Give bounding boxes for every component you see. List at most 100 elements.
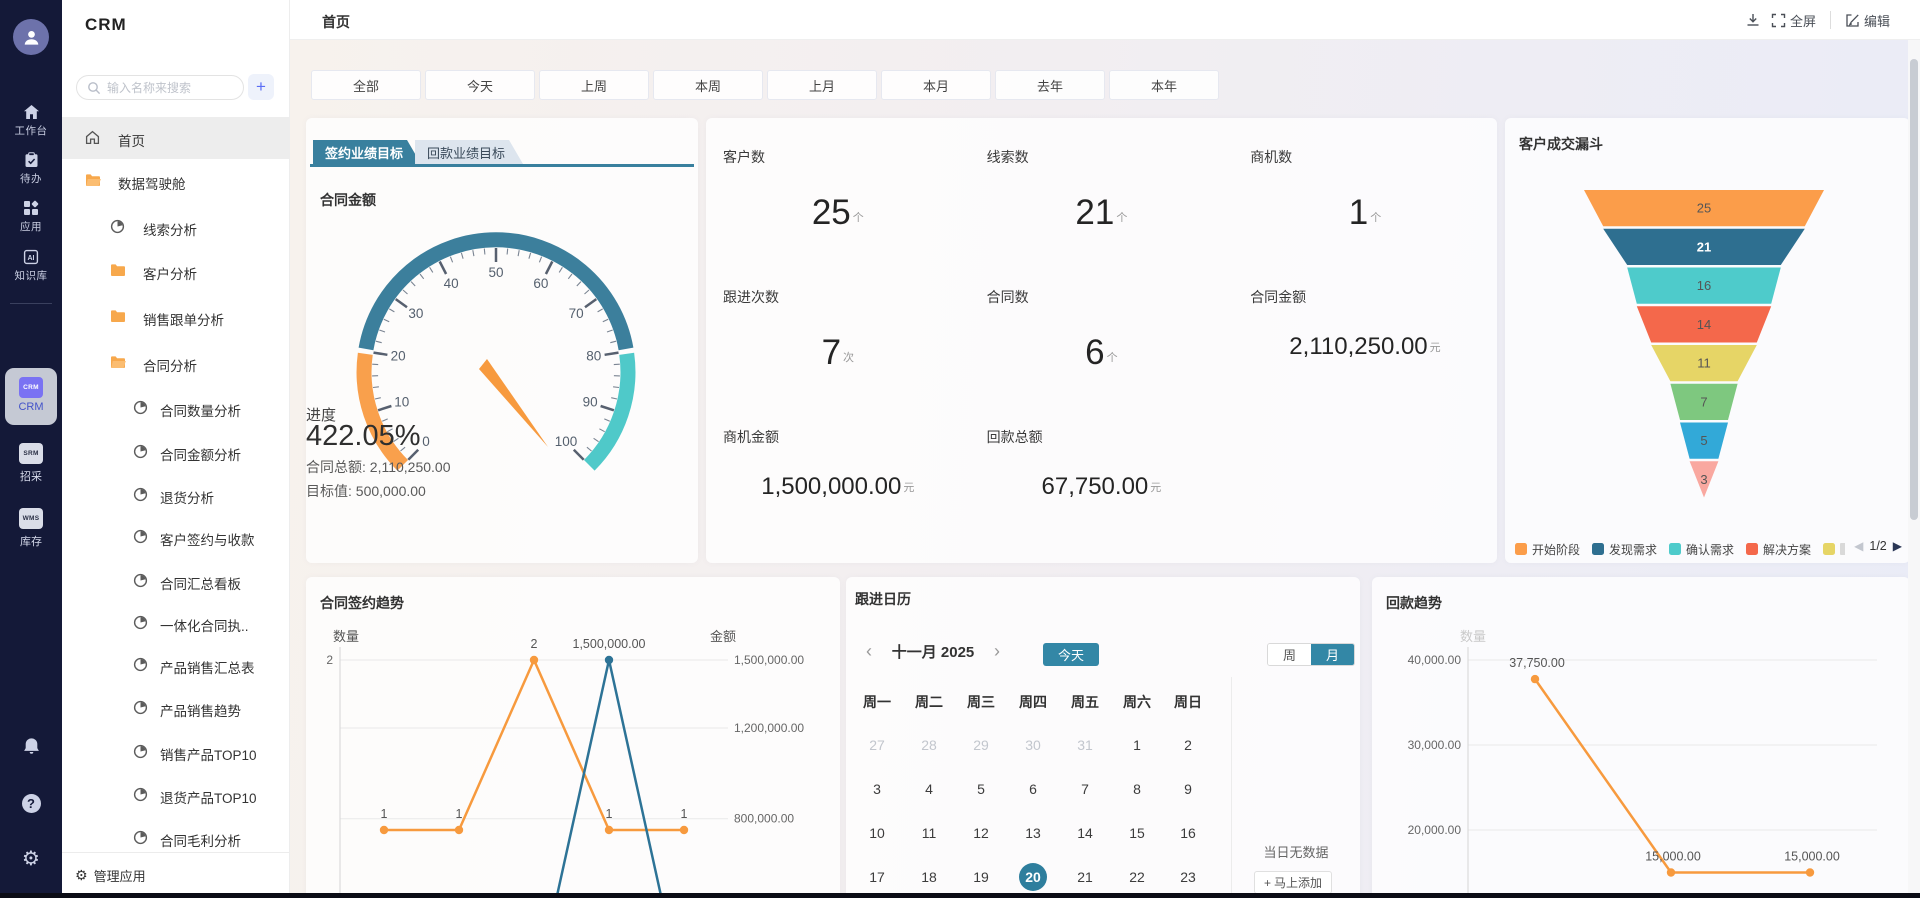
- legend-swatch-icon: [1823, 543, 1836, 555]
- calendar-day-13[interactable]: 13: [1019, 819, 1047, 847]
- filter-button-3[interactable]: 本周: [653, 70, 763, 100]
- calendar-day-6[interactable]: 6: [1019, 775, 1047, 803]
- legend-prev-icon[interactable]: ◀: [1854, 539, 1863, 553]
- svg-text:1,500,000.00: 1,500,000.00: [734, 653, 804, 667]
- calendar-day-1[interactable]: 1: [1123, 731, 1151, 759]
- calendar-day-22[interactable]: 22: [1123, 863, 1151, 891]
- calendar-day-19[interactable]: 19: [967, 863, 995, 891]
- calendar-day-16[interactable]: 16: [1174, 819, 1202, 847]
- sidebar-item-12[interactable]: 产品销售汇总表: [62, 644, 290, 686]
- search-input[interactable]: 输入名称来搜索: [76, 75, 244, 100]
- legend-item-0[interactable]: 开始阶段: [1515, 541, 1580, 558]
- fullscreen-button[interactable]: 全屏: [1771, 11, 1816, 30]
- sidebar-item-8[interactable]: 退货分析: [62, 474, 290, 516]
- sidebar-item-1[interactable]: 数据驾驶舱: [62, 160, 290, 202]
- calendar-day-3[interactable]: 3: [863, 775, 891, 803]
- sidebar-item-2[interactable]: 线索分析: [62, 206, 290, 248]
- svg-text:80: 80: [586, 349, 601, 364]
- svg-text:70: 70: [569, 306, 584, 321]
- calendar-day-4[interactable]: 4: [915, 775, 943, 803]
- sidebar-item-5[interactable]: 合同分析: [62, 342, 290, 384]
- calendar-day-2[interactable]: 2: [1174, 731, 1202, 759]
- notifications-button[interactable]: [0, 737, 62, 756]
- calendar-day-28[interactable]: 28: [915, 731, 943, 759]
- manage-apps-button[interactable]: ⚙ 管理应用: [62, 852, 289, 898]
- filter-button-2[interactable]: 上周: [539, 70, 649, 100]
- legend-item-1[interactable]: 发现需求: [1592, 541, 1657, 558]
- calendar-day-27[interactable]: 27: [863, 731, 891, 759]
- rail-app-wms[interactable]: WMS 库存: [0, 508, 62, 549]
- stat-cell-6: 商机金额 1,500,000.00 元: [706, 401, 970, 541]
- tab-payment-goal[interactable]: 回款业绩目标: [415, 140, 523, 164]
- help-button[interactable]: ?: [0, 794, 62, 813]
- sidebar-item-6[interactable]: 合同数量分析: [62, 387, 290, 429]
- add-button[interactable]: +: [248, 74, 274, 100]
- tab-sign-goal[interactable]: 签约业绩目标: [313, 140, 421, 164]
- calendar-day-17[interactable]: 17: [863, 863, 891, 891]
- sidebar-item-7[interactable]: 合同金额分析: [62, 431, 290, 473]
- svg-text:1,200,000.00: 1,200,000.00: [734, 721, 804, 735]
- avatar[interactable]: [13, 19, 49, 55]
- payment-trend-card: 回款趋势 40,000.00 30,000.00 20,000.00 数量 37,750…: [1372, 577, 1910, 898]
- calendar-mode-week[interactable]: 周: [1268, 644, 1311, 665]
- sidebar-item-15[interactable]: 退货产品TOP10: [62, 774, 290, 816]
- sidebar-item-11[interactable]: 一体化合同执..: [62, 602, 290, 644]
- calendar-day-15[interactable]: 15: [1123, 819, 1151, 847]
- calendar-day-14[interactable]: 14: [1071, 819, 1099, 847]
- svg-text:1: 1: [606, 807, 613, 821]
- edit-button[interactable]: 编辑: [1845, 11, 1890, 30]
- calendar-day-31[interactable]: 31: [1071, 731, 1099, 759]
- gauge-progress-value: 422.05%: [306, 420, 421, 452]
- sidebar-item-9[interactable]: 客户签约与收款: [62, 516, 290, 558]
- calendar-day-21[interactable]: 21: [1071, 863, 1099, 891]
- filter-button-4[interactable]: 上月: [767, 70, 877, 100]
- sidebar-item-14[interactable]: 销售产品TOP10: [62, 731, 290, 773]
- legend-item-2[interactable]: 确认需求: [1669, 541, 1734, 558]
- calendar-day-23[interactable]: 23: [1174, 863, 1202, 891]
- svg-text:1,500,000.00: 1,500,000.00: [573, 637, 646, 651]
- scrollbar-thumb[interactable]: [1910, 59, 1918, 520]
- calendar-day-30[interactable]: 30: [1019, 731, 1047, 759]
- rail-app-srm[interactable]: SRM 招采: [0, 443, 62, 484]
- sidebar-item-10[interactable]: 合同汇总看板: [62, 560, 290, 602]
- calendar-day-9[interactable]: 9: [1174, 775, 1202, 803]
- calendar-day-11[interactable]: 11: [915, 819, 943, 847]
- gauge-target-line: 目标值: 500,000.00: [306, 483, 426, 499]
- calendar-day-7[interactable]: 7: [1071, 775, 1099, 803]
- rail-item-apps[interactable]: 应用: [0, 200, 62, 234]
- calendar-day-20[interactable]: 20: [1019, 863, 1047, 891]
- download-button[interactable]: [1745, 12, 1761, 28]
- legend-item-truncated[interactable]: [1823, 543, 1845, 555]
- calendar-card: 跟进日历 ‹ 十一月 2025 › 今天 周 月 周一 周二 周三 周四 周五 周六 周日 2…: [846, 577, 1360, 898]
- legend-next-icon[interactable]: ▶: [1893, 539, 1902, 553]
- sidebar-item-4[interactable]: 销售跟单分析: [62, 296, 290, 338]
- calendar-day-10[interactable]: 10: [863, 819, 891, 847]
- svg-text:16: 16: [1697, 278, 1711, 293]
- calendar-day-18[interactable]: 18: [915, 863, 943, 891]
- filter-button-5[interactable]: 本月: [881, 70, 991, 100]
- calendar-day-5[interactable]: 5: [967, 775, 995, 803]
- calendar-prev-icon[interactable]: ‹: [860, 641, 878, 662]
- calendar-next-icon[interactable]: ›: [988, 641, 1006, 662]
- filter-button-7[interactable]: 本年: [1109, 70, 1219, 100]
- legend-item-3[interactable]: 解决方案: [1746, 541, 1811, 558]
- sidebar-item-13[interactable]: 产品销售趋势: [62, 687, 290, 729]
- sidebar-item-3[interactable]: 客户分析: [62, 250, 290, 292]
- calendar-day-29[interactable]: 29: [967, 731, 995, 759]
- rail-item-workbench[interactable]: 工作台: [0, 104, 62, 138]
- settings-button[interactable]: ⚙: [0, 848, 62, 868]
- calendar-mode-month[interactable]: 月: [1311, 644, 1354, 665]
- calendar-add-button[interactable]: + 马上添加: [1254, 871, 1332, 894]
- rail-item-todo[interactable]: 待办: [0, 152, 62, 186]
- sidebar-item-0[interactable]: 首页: [62, 117, 290, 159]
- calendar-today-button[interactable]: 今天: [1043, 643, 1099, 666]
- filter-button-6[interactable]: 去年: [995, 70, 1105, 100]
- svg-text:25: 25: [1697, 201, 1711, 216]
- rail-app-crm[interactable]: CRM CRM: [5, 368, 57, 425]
- calendar-day-12[interactable]: 12: [967, 819, 995, 847]
- filter-button-0[interactable]: 全部: [311, 70, 421, 100]
- filter-button-1[interactable]: 今天: [425, 70, 535, 100]
- contract-trend-card: 合同签约趋势 1,500,000.00 1,200,000.00 800,000.0…: [306, 577, 840, 898]
- calendar-day-8[interactable]: 8: [1123, 775, 1151, 803]
- rail-item-knowledge[interactable]: AI 知识库: [0, 249, 62, 283]
